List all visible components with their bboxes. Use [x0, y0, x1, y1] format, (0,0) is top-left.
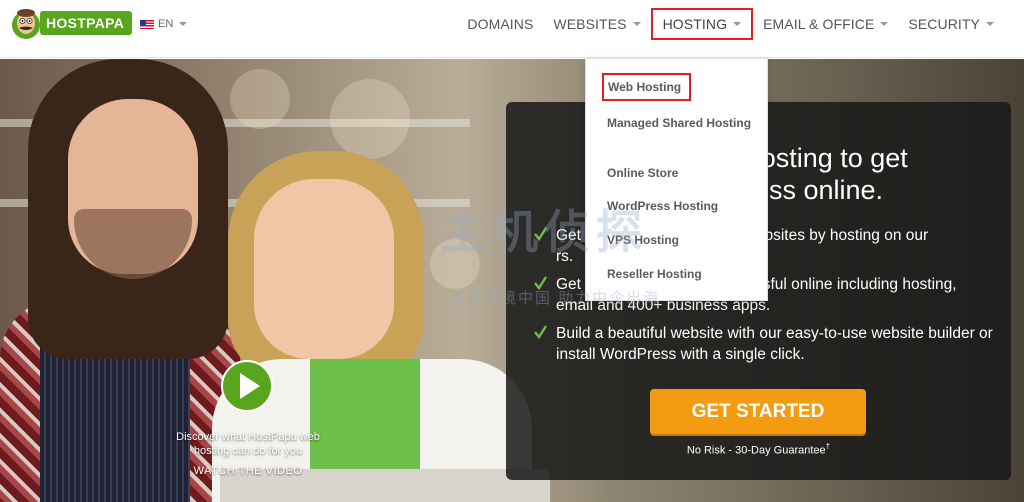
- hero-section: Discover what HostPapa web hosting can d…: [0, 59, 1024, 502]
- chevron-down-icon: [733, 22, 742, 26]
- check-icon: [534, 325, 547, 339]
- nav-domains[interactable]: DOMAINS: [467, 16, 533, 32]
- feature-text: Build a beautiful website with our easy-…: [556, 325, 993, 363]
- watch-video-link[interactable]: WATCH THE VIDEO: [168, 465, 328, 477]
- check-icon: [534, 276, 547, 290]
- background-bokeh: [430, 239, 480, 289]
- background-bokeh: [330, 79, 410, 159]
- menu-item-web-hosting[interactable]: Web Hosting: [602, 73, 692, 101]
- nav-security[interactable]: SECURITY: [908, 16, 994, 32]
- guarantee-text: No Risk - 30-Day Guarantee†: [506, 442, 1011, 457]
- play-video-button[interactable]: [221, 360, 273, 412]
- nav-email-office-label: EMAIL & OFFICE: [763, 16, 875, 32]
- main-nav: DOMAINS WEBSITES HOSTING EMAIL & OFFICE …: [447, 0, 994, 48]
- nav-domains-label: DOMAINS: [467, 16, 534, 32]
- menu-item-vps-hosting[interactable]: VPS Hosting: [607, 232, 757, 248]
- nav-websites[interactable]: WEBSITES: [553, 16, 641, 32]
- hero-photo-woman-face: [254, 179, 394, 359]
- menu-item-online-store[interactable]: Online Store: [607, 165, 757, 181]
- guarantee-label: No Risk - 30-Day Guarantee: [686, 444, 826, 457]
- menu-item-managed-shared-hosting[interactable]: Managed Shared Hosting: [607, 115, 757, 131]
- guarantee-mark: †: [825, 442, 831, 451]
- feature-item: Build a beautiful website with our easy-…: [534, 323, 994, 365]
- papa-mascot-icon: [10, 6, 42, 40]
- nav-email-office[interactable]: EMAIL & OFFICE: [763, 16, 889, 32]
- get-started-button[interactable]: GET STARTED: [650, 389, 866, 434]
- language-selector[interactable]: EN: [140, 18, 188, 30]
- nav-hosting[interactable]: HOSTING: [650, 8, 754, 40]
- language-label: EN: [158, 18, 174, 30]
- menu-item-reseller-hosting[interactable]: Reseller Hosting: [607, 266, 757, 282]
- chevron-down-icon: [179, 22, 188, 26]
- site-header: HOSTPAPA EN DOMAINS WEBSITES HOSTING EMA…: [0, 0, 1024, 58]
- chevron-down-icon: [986, 22, 994, 26]
- chevron-down-icon: [632, 22, 641, 26]
- nav-hosting-label: HOSTING: [662, 16, 728, 32]
- nav-security-label: SECURITY: [908, 16, 980, 32]
- logo-wordmark: HOSTPAPA: [40, 11, 133, 35]
- background-bokeh: [230, 69, 290, 129]
- chevron-down-icon: [880, 22, 889, 26]
- us-flag-icon: [140, 19, 154, 29]
- check-icon: [534, 227, 547, 241]
- hosting-dropdown-menu: Web Hosting Managed Shared Hosting Onlin…: [585, 58, 768, 301]
- nav-websites-label: WEBSITES: [553, 16, 627, 32]
- video-caption: Discover what HostPapa web hosting can d…: [176, 431, 320, 457]
- menu-item-wordpress-hosting[interactable]: WordPress Hosting: [607, 198, 757, 214]
- hostpapa-logo[interactable]: HOSTPAPA: [10, 6, 133, 40]
- play-icon: [240, 373, 260, 399]
